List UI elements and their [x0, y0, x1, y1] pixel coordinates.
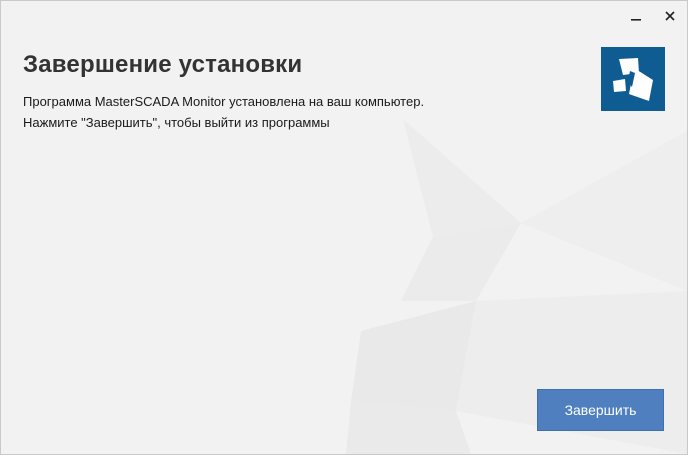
minimize-button[interactable] — [619, 1, 653, 31]
finish-button[interactable]: Завершить — [537, 389, 664, 431]
close-icon — [665, 11, 675, 21]
close-button[interactable] — [653, 1, 687, 31]
page-title: Завершение установки — [23, 51, 303, 78]
title-bar — [619, 1, 687, 31]
message-line-2: Нажмите "Завершить", чтобы выйти из прог… — [23, 115, 330, 130]
masterscada-logo-icon — [601, 47, 665, 111]
minimize-icon — [631, 19, 641, 21]
installer-window: Завершение установки Программа MasterSCA… — [0, 0, 688, 455]
message-line-1: Программа MasterSCADA Monitor установлен… — [23, 94, 425, 109]
completion-message: Программа MasterSCADA Monitor установлен… — [23, 91, 424, 133]
